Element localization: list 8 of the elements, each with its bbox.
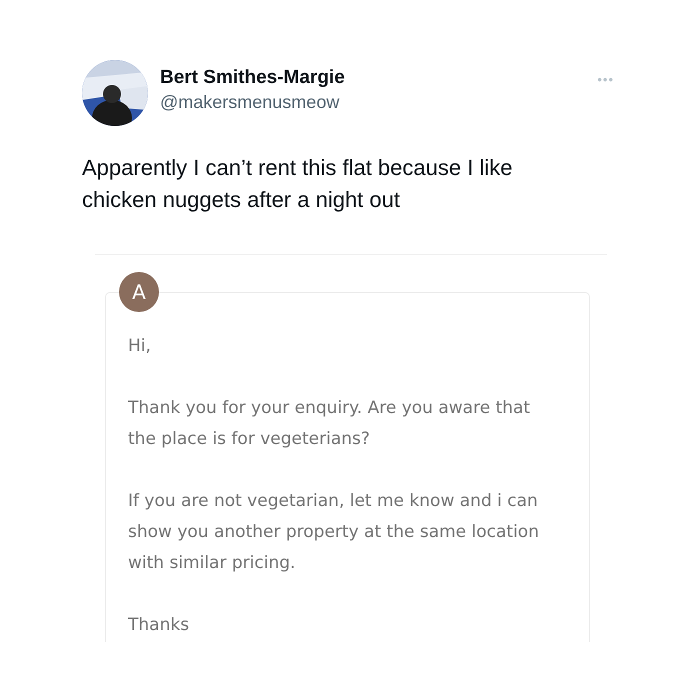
sender-avatar: A: [119, 272, 159, 312]
email-paragraph: Thank you for your enquiry. Are you aware that the place is for vegeterians?: [128, 397, 532, 451]
email-paragraph: If you are not vegetarian, let me know and i can show you another property at the same location with similar pricing.: [128, 490, 539, 575]
tweet-text: Apparently I can’t rent this flat because I like chicken nuggets after a night out: [82, 154, 514, 214]
author-name[interactable]: Bert Smithes-Margie: [160, 66, 598, 90]
email-paragraph: Hi,: [128, 335, 152, 358]
email-paragraph: Thanks: [128, 614, 190, 637]
author-handle[interactable]: @makersmenusmeow: [160, 90, 598, 114]
